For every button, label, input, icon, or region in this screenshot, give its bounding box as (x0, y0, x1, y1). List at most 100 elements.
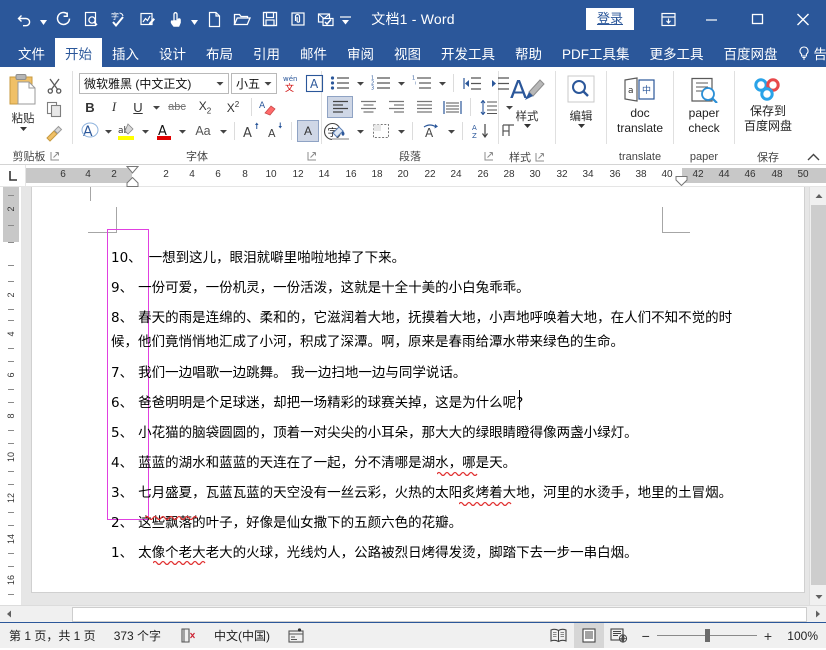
italic-button[interactable]: I (103, 96, 125, 118)
clear-formatting-button[interactable]: A (257, 96, 279, 118)
zoom-in-button[interactable]: + (764, 628, 772, 644)
cut-button[interactable] (41, 74, 67, 96)
numbering-button[interactable]: 123 (368, 72, 394, 94)
tab-view[interactable]: 视图 (384, 38, 431, 67)
paragraph-line[interactable]: 7、我们一边唱歌一边跳舞。 我一边扫地一边与同学说话。 (111, 364, 466, 383)
horizontal-scrollbar[interactable] (0, 605, 826, 622)
zoom-slider[interactable] (657, 635, 757, 636)
bullets-dropdown-icon[interactable] (355, 81, 366, 86)
styles-dropdown-icon[interactable] (523, 123, 532, 129)
shading-dropdown-icon[interactable] (355, 129, 366, 134)
doc-translate-button[interactable]: a中 doc translate (612, 71, 668, 149)
email-check-icon[interactable] (312, 6, 340, 32)
asian-layout-dropdown-icon[interactable] (446, 129, 457, 134)
borders-button[interactable] (368, 120, 394, 142)
font-size-dropdown-icon[interactable] (261, 81, 274, 86)
read-mode-button[interactable] (544, 623, 574, 648)
borders-dropdown-icon[interactable] (396, 129, 407, 134)
tab-home[interactable]: 开始 (55, 38, 102, 67)
tab-design[interactable]: 设计 (149, 38, 196, 67)
underline-dropdown-icon[interactable] (151, 105, 162, 110)
zoom-out-button[interactable]: − (642, 628, 650, 644)
font-name-combo[interactable]: 微软雅黑 (中文正文) (79, 73, 229, 94)
edit-chart-icon[interactable] (133, 6, 161, 32)
undo-dropdown-icon[interactable] (38, 6, 49, 32)
sort-button[interactable]: AZ (468, 120, 494, 142)
decrease-indent-button[interactable] (459, 72, 485, 94)
vertical-ruler[interactable]: 2 2 4 6 8 10 12 14 16 (0, 187, 22, 605)
align-center-button[interactable] (355, 96, 381, 118)
underline-button[interactable]: U (127, 96, 149, 118)
tab-mailings[interactable]: 邮件 (290, 38, 337, 67)
collapse-ribbon-icon[interactable] (807, 153, 820, 162)
proofing-errors-icon[interactable] (170, 623, 205, 648)
sign-in-button[interactable]: 登录 (586, 8, 634, 31)
shrink-font-button[interactable]: A (264, 120, 286, 142)
grow-font-button[interactable]: A (240, 120, 262, 142)
page-indicator[interactable]: 第 1 页，共 1 页 (0, 623, 105, 648)
scroll-up-button[interactable] (810, 187, 826, 204)
paragraph-line[interactable]: 5、小花猫的脑袋圆圆的，顶着一对尖尖的小耳朵，那大大的绿眼睛瞪得像两盏小绿灯。 (111, 424, 638, 443)
vertical-scroll-thumb[interactable] (811, 205, 826, 585)
superscript-button[interactable]: X2 (220, 96, 246, 118)
tab-help[interactable]: 帮助 (505, 38, 552, 67)
document-page[interactable]: 10、一想到这儿，眼泪就噼里啪啦地掉了下来。 9、一份可爱，一份机灵，一份活泼，… (32, 187, 804, 592)
open-folder-icon[interactable] (228, 6, 256, 32)
tab-insert[interactable]: 插入 (102, 38, 149, 67)
tab-layout[interactable]: 布局 (196, 38, 243, 67)
clipboard-dialog-launcher[interactable] (50, 151, 60, 161)
change-case-dropdown-icon[interactable] (218, 129, 229, 134)
close-button[interactable] (780, 0, 826, 38)
attach-icon[interactable] (284, 6, 312, 32)
tab-pdf-tools[interactable]: PDF工具集 (552, 38, 640, 67)
multilevel-list-button[interactable]: 1i (409, 72, 435, 94)
font-size-combo[interactable]: 小五 (231, 73, 277, 94)
right-indent-marker[interactable] (675, 176, 688, 186)
track-changes-icon[interactable] (279, 623, 313, 648)
scroll-left-button[interactable] (0, 606, 17, 623)
web-layout-button[interactable] (604, 623, 634, 648)
ruler-track[interactable]: 6 4 2 2 4 6 8 10 12 14 16 18 20 22 24 26… (26, 165, 826, 187)
align-left-button[interactable] (327, 96, 353, 118)
horizontal-ruler[interactable]: 6 4 2 2 4 6 8 10 12 14 16 18 20 22 24 26… (0, 165, 826, 187)
character-shading-button[interactable]: A (297, 120, 319, 142)
tab-review[interactable]: 审阅 (337, 38, 384, 67)
tab-references[interactable]: 引用 (243, 38, 290, 67)
copy-button[interactable] (41, 98, 67, 120)
tab-developer[interactable]: 开发工具 (431, 38, 505, 67)
subscript-button[interactable]: X2 (192, 96, 218, 118)
tab-file[interactable]: 文件 (8, 38, 55, 67)
paper-check-button[interactable]: paper check (679, 71, 729, 149)
horizontal-scroll-thumb[interactable] (72, 607, 807, 622)
scroll-right-button[interactable] (809, 606, 826, 623)
zoom-level-label[interactable]: 100% (780, 629, 826, 643)
document-canvas[interactable]: 10、一想到这儿，眼泪就噼里啪啦地掉了下来。 9、一份可爱，一份机灵，一份活泼，… (22, 187, 809, 605)
format-painter-button[interactable] (41, 122, 67, 144)
print-layout-button[interactable] (574, 623, 604, 648)
horizontal-scroll-track[interactable] (17, 606, 809, 623)
editing-button[interactable]: 编辑 (561, 71, 601, 149)
tab-stop-selector[interactable] (0, 165, 26, 187)
zoom-slider-thumb[interactable] (705, 629, 710, 642)
font-name-dropdown-icon[interactable] (213, 81, 226, 86)
text-effects-button[interactable]: A (79, 120, 101, 142)
numbering-dropdown-icon[interactable] (396, 81, 407, 86)
shading-button[interactable] (327, 120, 353, 142)
spelling-check-icon[interactable]: 字 (105, 6, 133, 32)
word-count[interactable]: 373 个字 (105, 623, 170, 648)
styles-button[interactable]: A 样式 (504, 71, 550, 149)
vertical-scrollbar[interactable] (809, 187, 826, 605)
multilevel-dropdown-icon[interactable] (437, 81, 448, 86)
save-to-baidu-button[interactable]: 保存到 百度网盘 (740, 71, 796, 149)
paragraph-line[interactable]: 10、一想到这儿，眼泪就噼里啪啦地掉了下来。 (111, 249, 405, 268)
print-preview-icon[interactable] (77, 6, 105, 32)
font-color-dropdown-icon[interactable] (177, 129, 188, 134)
phonetic-guide-button[interactable]: wén文 (279, 72, 301, 94)
change-case-button[interactable]: Aa (190, 120, 216, 142)
language-indicator[interactable]: 中文(中国) (205, 623, 279, 648)
hanging-indent-marker[interactable] (126, 177, 139, 187)
tab-more-tools[interactable]: 更多工具 (640, 38, 714, 67)
scroll-down-button[interactable] (810, 588, 826, 605)
paragraph-line[interactable]: 6、爸爸明明是个足球迷，却把一场精彩的球赛关掉，这是为什么呢? (111, 394, 523, 413)
paragraph-dialog-launcher[interactable] (484, 151, 494, 161)
